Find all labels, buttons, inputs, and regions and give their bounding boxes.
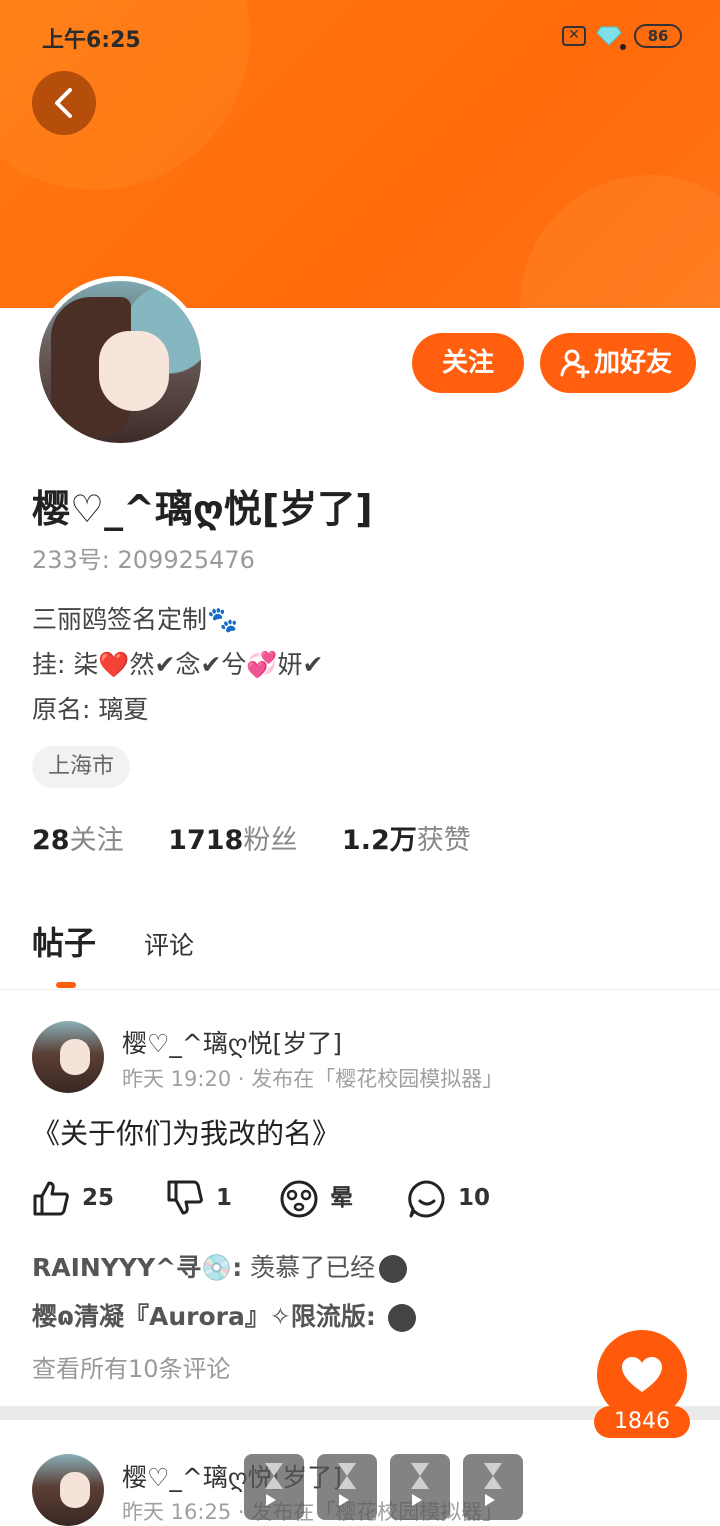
add-friend-label: 加好友 — [594, 348, 673, 378]
post-author-avatar[interactable] — [32, 1454, 104, 1526]
thumbs-down-icon — [167, 1180, 203, 1215]
dislike-button[interactable]: 1 — [166, 1178, 266, 1218]
play-icon — [412, 1494, 422, 1506]
add-user-icon — [560, 349, 590, 378]
play-icon — [339, 1494, 349, 1506]
video-thumbnail[interactable] — [390, 1454, 450, 1520]
tab-comments[interactable]: 评论 — [144, 926, 194, 962]
battery-indicator: 86 — [634, 24, 682, 48]
bio-line: 原名: 璃夏 — [32, 695, 149, 724]
tab-posts[interactable]: 帖子 — [32, 918, 96, 964]
stat-followers[interactable]: 1718粉丝 — [168, 818, 297, 857]
heart-icon — [622, 1357, 662, 1392]
play-icon — [266, 1494, 276, 1506]
like-count: 25 — [82, 1185, 115, 1211]
comment-user: RAINYYY^寻💿: — [32, 1253, 243, 1282]
post-meta: 昨天 19:20 · 发布在「樱花校园模拟器」 — [122, 1067, 504, 1091]
diamond-icon — [596, 26, 622, 46]
location-tag[interactable]: 上海市 — [32, 746, 131, 788]
comment-count: 10 — [458, 1185, 491, 1211]
notification-dot — [620, 44, 626, 50]
avatar-image — [39, 281, 201, 443]
hourglass-icon — [484, 1463, 502, 1489]
profile-avatar[interactable] — [34, 276, 206, 448]
banner-decoration — [520, 175, 720, 308]
comment-user: 樱ɷ清凝『Aurora』✧限流版: — [32, 1302, 376, 1331]
comment-text: 羡慕了已经 — [242, 1253, 376, 1282]
comment-text — [376, 1302, 384, 1331]
add-friend-button[interactable]: 加好友 — [540, 333, 696, 393]
follow-button[interactable]: 关注 — [412, 333, 524, 393]
comment-icon — [408, 1180, 445, 1218]
post-author-name[interactable]: 樱♡_^璃ღ悦[岁了] — [122, 1024, 342, 1060]
profile-stats: 28关注 1718粉丝 1.2万获赞 — [32, 818, 507, 862]
reaction-label: 晕 — [330, 1185, 353, 1211]
profile-tabs: 帖子 评论 — [0, 910, 720, 990]
post-author-name[interactable]: 樱♡_^璃ღ悦[岁了] — [122, 1458, 342, 1494]
chevron-left-icon — [55, 88, 72, 118]
dizzy-face-icon — [280, 1180, 318, 1218]
post-author-avatar[interactable] — [32, 1021, 104, 1093]
status-time: 上午6:25 — [42, 28, 141, 53]
video-thumbnail[interactable] — [317, 1454, 377, 1520]
emoji-icon — [379, 1255, 408, 1283]
like-button[interactable]: 25 — [32, 1178, 132, 1218]
post-title[interactable]: 《关于你们为我改的名》 — [32, 1112, 340, 1152]
bio-line: 三丽鸥签名定制🐾 — [32, 605, 239, 634]
comment-preview[interactable]: 樱ɷ清凝『Aurora』✧限流版: — [32, 1297, 416, 1333]
dislike-count: 1 — [216, 1185, 233, 1211]
reaction-button[interactable]: 晕 — [280, 1178, 380, 1218]
profile-name: 樱♡_^璃ღ悦[岁了] — [32, 487, 373, 531]
hourglass-icon — [411, 1463, 429, 1489]
video-thumbnail[interactable] — [463, 1454, 523, 1520]
back-button[interactable] — [32, 71, 96, 135]
comment-button[interactable]: 10 — [408, 1178, 508, 1218]
tab-indicator — [56, 982, 76, 988]
emoji-icon — [387, 1304, 416, 1332]
sim-off-icon: ✕ — [562, 26, 586, 46]
play-icon — [485, 1494, 495, 1506]
thumbs-up-icon — [33, 1181, 69, 1216]
stat-following[interactable]: 28关注 — [32, 818, 124, 857]
status-bar: 上午6:25 ✕ 86 — [0, 18, 720, 53]
post-actions: 25 1 晕 10 — [32, 1178, 532, 1218]
view-all-comments-link[interactable]: 查看所有10条评论 — [32, 1349, 231, 1384]
profile-like-count: 1846 — [594, 1406, 690, 1438]
profile-uid: 233号: 209925476 — [32, 546, 255, 574]
video-thumbnail[interactable] — [244, 1454, 304, 1520]
hourglass-icon — [338, 1463, 356, 1489]
stat-likes[interactable]: 1.2万获赞 — [342, 818, 471, 857]
hourglass-icon — [265, 1463, 283, 1489]
comment-preview[interactable]: RAINYYY^寻💿: 羡慕了已经 — [32, 1248, 408, 1284]
bio-line: 挂: 柒❤️然✔念✔兮💞妍✔ — [32, 650, 324, 679]
